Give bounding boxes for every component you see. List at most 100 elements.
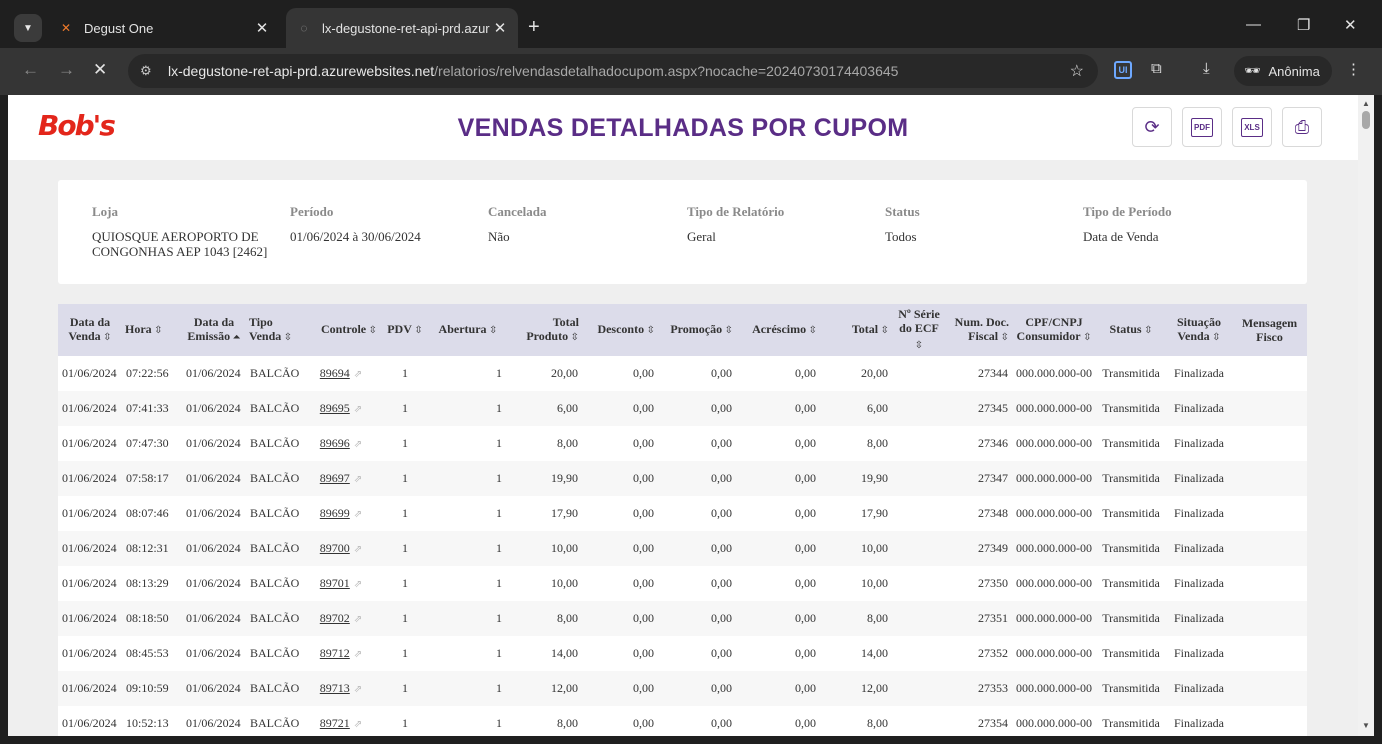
scroll-down-icon[interactable]: ▼: [1362, 721, 1370, 730]
column-header[interactable]: Hora ⇳: [122, 304, 182, 356]
browser-menu-icon[interactable]: ⋮: [1346, 60, 1361, 78]
sort-icon[interactable]: ⇳: [1142, 325, 1152, 336]
controle-link[interactable]: 89699: [320, 506, 350, 520]
sort-icon[interactable]: ⇳: [412, 325, 422, 336]
table-cell: 01/06/2024: [182, 706, 246, 736]
external-link-icon[interactable]: ⇗: [354, 509, 362, 520]
column-header[interactable]: CPF/CNPJ Consumidor ⇳: [1012, 304, 1096, 356]
sort-icon[interactable]: ⇳: [152, 325, 162, 336]
column-header[interactable]: Mensagem Fisco: [1232, 304, 1307, 356]
export-xls-button[interactable]: XLS: [1232, 107, 1272, 147]
scroll-up-icon[interactable]: ▲: [1362, 99, 1370, 108]
controle-link[interactable]: 89702: [320, 611, 350, 625]
column-header[interactable]: Promoção ⇳: [658, 304, 736, 356]
window-close-icon[interactable]: ✕: [1344, 16, 1357, 34]
sort-icon[interactable]: ⇳: [644, 325, 655, 336]
sort-icon[interactable]: ⇳: [487, 325, 497, 336]
column-header[interactable]: Data da Venda ⇳: [58, 304, 122, 356]
external-link-icon[interactable]: ⇗: [354, 439, 362, 450]
external-link-icon[interactable]: ⇗: [354, 684, 362, 695]
sort-icon[interactable]: ⇳: [1210, 332, 1220, 343]
sort-icon[interactable]: ⇳: [568, 332, 579, 343]
sort-icon[interactable]: ⇳: [806, 325, 817, 336]
external-link-icon[interactable]: ⇗: [354, 474, 362, 485]
sort-icon[interactable]: ⇳: [101, 332, 111, 343]
table-cell: 10,00: [820, 566, 892, 601]
site-info-icon[interactable]: ⚙: [140, 63, 156, 79]
table-cell: 07:41:33: [122, 391, 182, 426]
column-header[interactable]: Acréscimo ⇳: [736, 304, 820, 356]
external-link-icon[interactable]: ⇗: [354, 649, 362, 660]
tab-close-icon[interactable]: ✕: [490, 19, 510, 37]
refresh-button[interactable]: ⟳: [1132, 107, 1172, 147]
table-cell: 0,00: [736, 531, 820, 566]
restore-icon[interactable]: ❐: [1297, 16, 1310, 34]
export-pdf-button[interactable]: PDF: [1182, 107, 1222, 147]
table-cell: 01/06/2024: [58, 671, 122, 706]
scrollbar-thumb[interactable]: [1362, 111, 1370, 129]
sort-icon[interactable]: ⇳: [722, 325, 733, 336]
tab-report[interactable]: ◌ lx-degustone-ret-api-prd.azurew ✕: [286, 8, 518, 48]
tab-search-icon[interactable]: ▼: [14, 14, 42, 42]
tab-degust-one[interactable]: ✕ Degust One ✕: [48, 8, 280, 48]
table-cell: Finalizada: [1166, 671, 1232, 706]
extension-ui-icon[interactable]: UI: [1114, 61, 1132, 79]
controle-link[interactable]: 89700: [320, 541, 350, 555]
table-cell: 10,00: [820, 531, 892, 566]
table-cell: Transmitida: [1096, 601, 1166, 636]
column-header[interactable]: Situação Venda ⇳: [1166, 304, 1232, 356]
external-link-icon[interactable]: ⇗: [354, 369, 362, 380]
extensions-puzzle-icon[interactable]: ⧉: [1151, 60, 1162, 77]
sort-icon[interactable]: ⇳: [915, 340, 923, 351]
print-button[interactable]: ⎙: [1282, 107, 1322, 147]
table-cell: 0,00: [582, 636, 658, 671]
external-link-icon[interactable]: ⇗: [354, 544, 362, 555]
controle-link[interactable]: 89713: [320, 681, 350, 695]
controle-link[interactable]: 89694: [320, 366, 350, 380]
external-link-icon[interactable]: ⇗: [354, 614, 362, 625]
column-header[interactable]: Nº Série do ECF ⇳: [892, 304, 946, 356]
minimize-icon[interactable]: —: [1246, 16, 1261, 33]
table-cell: 0,00: [582, 706, 658, 736]
controle-link[interactable]: 89712: [320, 646, 350, 660]
column-header[interactable]: Data da Emissão ⏶: [182, 304, 246, 356]
back-icon[interactable]: ←: [22, 60, 39, 80]
address-bar[interactable]: ⚙ lx-degustone-ret-api-prd.azurewebsites…: [128, 54, 1098, 88]
controle-link[interactable]: 89695: [320, 401, 350, 415]
forward-icon[interactable]: →: [58, 60, 75, 80]
filter-tipo-relatorio: Tipo de Relatório Geral: [687, 204, 882, 244]
controle-link[interactable]: 89701: [320, 576, 350, 590]
sort-icon[interactable]: ⇳: [1081, 332, 1091, 343]
table-cell: [892, 706, 946, 736]
controle-link[interactable]: 89696: [320, 436, 350, 450]
page-scrollbar[interactable]: ▲ ▼: [1358, 95, 1374, 736]
controle-link[interactable]: 89697: [320, 471, 350, 485]
downloads-icon[interactable]: ⤓: [1203, 60, 1210, 77]
column-header[interactable]: Controle ⇳: [302, 304, 380, 356]
table-cell: 000.000.000-00: [1012, 496, 1096, 531]
sort-icon[interactable]: ⇳: [281, 332, 292, 343]
table-cell: 1: [430, 636, 506, 671]
bookmark-star-icon[interactable]: ☆: [1070, 61, 1084, 81]
sort-icon[interactable]: ⇳: [998, 332, 1009, 343]
sort-asc-icon[interactable]: ⏶: [230, 332, 241, 343]
column-header[interactable]: Total ⇳: [820, 304, 892, 356]
column-header[interactable]: Tipo Venda ⇳: [246, 304, 302, 356]
sort-icon[interactable]: ⇳: [366, 325, 377, 336]
external-link-icon[interactable]: ⇗: [354, 579, 362, 590]
controle-link[interactable]: 89721: [320, 716, 350, 730]
incognito-profile-button[interactable]: 🕶 Anônima: [1234, 56, 1332, 86]
sort-icon[interactable]: ⇳: [878, 325, 889, 336]
stop-loading-icon[interactable]: ✕: [93, 60, 107, 80]
column-header[interactable]: Desconto ⇳: [582, 304, 658, 356]
column-header[interactable]: PDV ⇳: [380, 304, 430, 356]
new-tab-icon[interactable]: +: [528, 17, 540, 37]
column-header[interactable]: Status ⇳: [1096, 304, 1166, 356]
table-cell: [1232, 706, 1307, 736]
column-header[interactable]: Abertura ⇳: [430, 304, 506, 356]
tab-close-icon[interactable]: ✕: [252, 19, 272, 37]
external-link-icon[interactable]: ⇗: [354, 719, 362, 730]
external-link-icon[interactable]: ⇗: [354, 404, 362, 415]
column-header[interactable]: Num. Doc. Fiscal ⇳: [946, 304, 1012, 356]
column-header[interactable]: Total Produto ⇳: [506, 304, 582, 356]
